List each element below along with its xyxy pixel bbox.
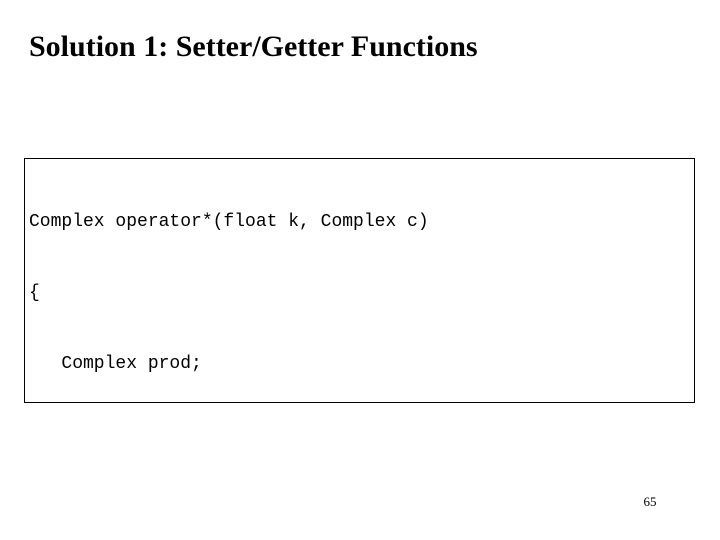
code-line: { bbox=[29, 282, 40, 303]
code-line: Complex operator*(float k, Complex c) bbox=[29, 211, 429, 232]
page-number: 65 bbox=[643, 494, 657, 509]
page-title: Solution 1: Setter/Getter Functions bbox=[29, 30, 478, 63]
code-lines: Complex operator*(float k, Complex c) { … bbox=[29, 163, 694, 402]
code-block: Complex operator*(float k, Complex c) { … bbox=[24, 158, 695, 403]
slide-canvas: Solution 1: Setter/Getter Functions Comp… bbox=[0, 0, 720, 540]
code-line: Complex prod; bbox=[29, 354, 202, 375]
